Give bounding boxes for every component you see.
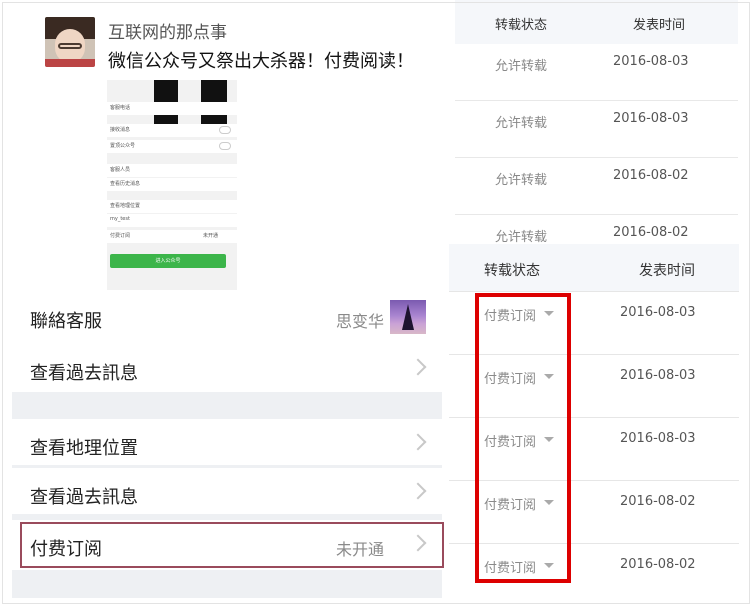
phone-row-label: 客服人员 — [110, 167, 131, 173]
phone-row[interactable]: 客服人员 — [107, 164, 237, 177]
avatar-glasses — [58, 43, 82, 49]
chevron-right-icon — [409, 358, 427, 376]
table-header: 转载状态 发表时间 — [455, 0, 738, 44]
phone-row[interactable]: 置顶公众号 — [107, 140, 237, 153]
account-menu: 聯絡客服 思变华 查看過去訊息 查看地理位置 查看過去訊息 付费订阅 未开通 — [12, 292, 444, 598]
row-date: 2016-08-02 — [613, 225, 689, 240]
toggle-switch[interactable] — [219, 142, 231, 150]
phone-row[interactable]: 付费订阅 未开通 — [107, 230, 237, 243]
table-row: 允许转载 2016-08-02 — [455, 215, 738, 245]
menu-item-label: 聯絡客服 — [30, 311, 102, 332]
phone-screenshot: 客服电话 接收消息 置顶公众号 客服人员 查看历史消息 查看地理位置 my_te… — [107, 80, 237, 290]
eiffel-tower-thumbnail — [390, 300, 426, 334]
table-row: 允许转载 2016-08-03 — [455, 44, 738, 101]
reprint-table-allowed: 转载状态 发表时间 允许转载 2016-08-03 允许转载 2016-08-0… — [455, 0, 738, 245]
chevron-right-icon — [409, 433, 427, 451]
menu-item-label: 查看過去訊息 — [30, 363, 138, 384]
paid-subscription-highlight — [20, 522, 444, 568]
phone-row-label: 置顶公众号 — [110, 143, 136, 149]
chevron-right-icon — [409, 482, 427, 500]
row-date: 2016-08-03 — [620, 368, 696, 383]
phone-row-label: 接收消息 — [110, 127, 131, 133]
menu-item-contact-support[interactable]: 聯絡客服 思变华 — [12, 292, 442, 344]
table-header: 转载状态 发表时间 — [449, 244, 739, 292]
avatar[interactable] — [45, 17, 95, 67]
avatar-shirt — [45, 59, 95, 67]
menu-item-history-2[interactable]: 查看過去訊息 — [12, 468, 442, 514]
phone-row-label: my_test — [110, 216, 130, 222]
phone-row[interactable]: 查看地理位置 — [107, 200, 237, 213]
phone-row-label: 客服电话 — [110, 105, 131, 111]
row-date: 2016-08-02 — [620, 557, 696, 572]
post-header: 互联网的那点事 微信公众号又祭出大杀器！付费阅读！ — [0, 0, 450, 90]
toggle-switch[interactable] — [219, 126, 231, 134]
row-status: 允许转载 — [495, 230, 548, 245]
column-header-date: 发表时间 — [633, 18, 686, 33]
row-date: 2016-08-03 — [613, 54, 689, 69]
menu-item-label: 查看地理位置 — [30, 438, 138, 459]
phone-row[interactable]: 接收消息 — [107, 124, 237, 137]
row-date: 2016-08-02 — [613, 168, 689, 183]
phone-row[interactable]: 客服电话 — [107, 102, 237, 115]
phone-row-label: 付费订阅 — [110, 233, 131, 239]
row-date: 2016-08-03 — [620, 305, 696, 320]
row-status: 允许转载 — [495, 116, 548, 131]
menu-item-location[interactable]: 查看地理位置 — [12, 419, 442, 465]
row-date: 2016-08-02 — [620, 494, 696, 509]
enter-account-button[interactable]: 进入公众号 — [110, 254, 226, 268]
phone-row-value: 未开通 — [203, 233, 219, 239]
paid-status-highlight-box — [475, 293, 571, 583]
phone-row[interactable]: 查看历史消息 — [107, 178, 237, 191]
column-header-date: 发表时间 — [639, 263, 695, 279]
table-row: 允许转载 2016-08-03 — [455, 101, 738, 158]
enter-account-label: 进入公众号 — [155, 258, 181, 264]
post-title: 微信公众号又祭出大杀器！付费阅读！ — [108, 51, 414, 72]
menu-item-label: 查看過去訊息 — [30, 487, 138, 508]
menu-item-value: 思变华 — [335, 312, 384, 331]
row-date: 2016-08-03 — [620, 431, 696, 446]
row-date: 2016-08-03 — [613, 111, 689, 126]
row-status: 允许转载 — [495, 173, 548, 188]
row-status: 允许转载 — [495, 59, 548, 74]
phone-row-label: 查看历史消息 — [110, 181, 141, 187]
column-header-status: 转载状态 — [495, 18, 548, 33]
account-name[interactable]: 互联网的那点事 — [108, 18, 227, 43]
phone-row-label: 查看地理位置 — [110, 203, 141, 209]
phone-row[interactable]: my_test — [107, 214, 237, 227]
table-row: 允许转载 2016-08-02 — [455, 158, 738, 215]
menu-item-history[interactable]: 查看過去訊息 — [12, 344, 442, 392]
column-header-status: 转载状态 — [484, 263, 540, 279]
tower-shape — [402, 304, 414, 330]
